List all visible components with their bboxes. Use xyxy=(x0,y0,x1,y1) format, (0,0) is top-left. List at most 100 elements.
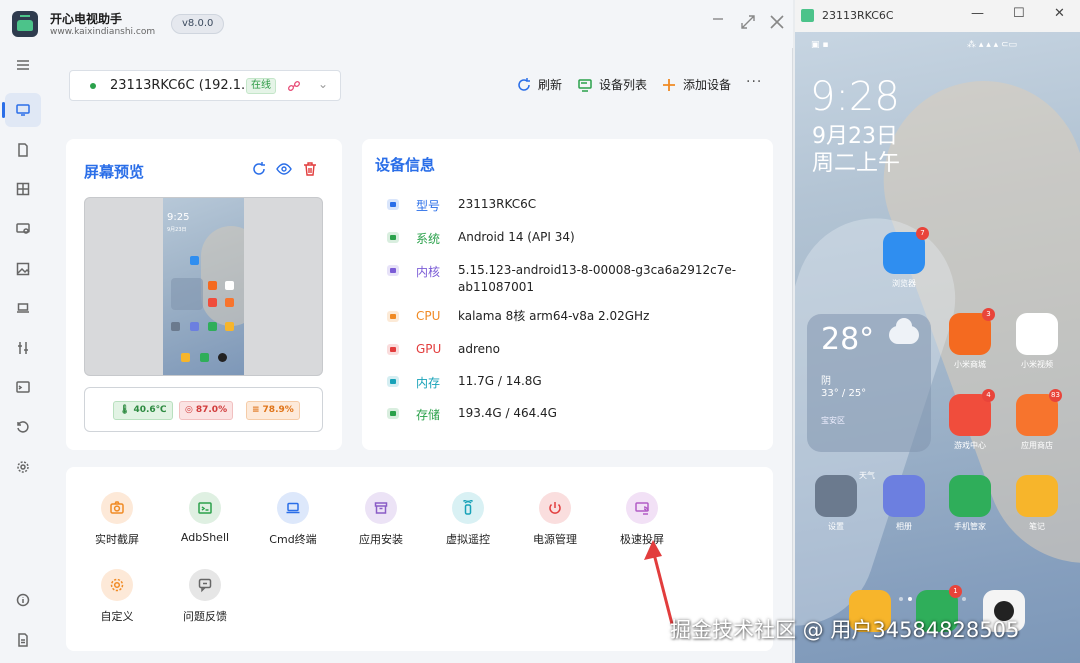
close-icon[interactable]: ✕ xyxy=(1054,6,1065,21)
app-name: 开心电视助手 xyxy=(50,12,123,26)
app-label: 游戏中心 xyxy=(954,441,986,450)
link-icon[interactable] xyxy=(287,79,301,93)
more-icon[interactable]: ··· xyxy=(746,74,762,90)
app-icon: 7 xyxy=(883,227,929,274)
function-laptop-button[interactable]: Cmd终端 xyxy=(248,492,338,547)
function-label: 应用安装 xyxy=(359,533,403,546)
sidebar-item-tools[interactable] xyxy=(5,331,41,365)
info-value: 193.4G / 464.4G xyxy=(458,406,557,420)
maximize-icon[interactable]: ☐ xyxy=(1013,6,1025,21)
sidebar xyxy=(0,48,46,663)
box-icon xyxy=(374,502,388,514)
status-right-icons: ⁂ ▴ ▴ ▴ ⊂▭ xyxy=(967,40,1018,50)
phone-screen[interactable]: ▣ ▪ ⁂ ▴ ▴ ▴ ⊂▭ 9:28 9月23日 周二上午 28° 阴 33°… xyxy=(795,32,1080,663)
mirror-title: 23113RKC6C xyxy=(822,9,894,22)
home-app[interactable]: 相册 xyxy=(883,475,925,532)
function-camera-button[interactable]: 实时截屏 xyxy=(72,492,162,547)
home-app[interactable]: 笔记 xyxy=(1016,475,1058,532)
device-info-card: 设备信息 型号 23113RKC6C 系统 Android 14 (API 34) 内核… xyxy=(362,139,773,450)
home-app[interactable]: 设置 xyxy=(815,475,857,532)
function-label: 实时截屏 xyxy=(95,533,139,546)
info-value: 23113RKC6C xyxy=(458,197,537,211)
home-app[interactable]: 83 应用商店 xyxy=(1016,389,1062,451)
gear-icon xyxy=(110,578,124,592)
app-label: 应用商店 xyxy=(1021,441,1053,450)
version-badge: v8.0.0 xyxy=(171,14,225,34)
info-value: Android 14 (API 34) xyxy=(458,230,575,244)
image-icon xyxy=(16,262,30,276)
function-box-button[interactable]: 应用安装 xyxy=(336,492,426,547)
app-icon: 83 xyxy=(1016,389,1062,436)
app-label: 小米视频 xyxy=(1021,360,1053,369)
sidebar-item-about[interactable] xyxy=(5,583,41,617)
memory-icon: ≡ xyxy=(252,405,260,415)
function-terminal-button[interactable]: AdbShell xyxy=(160,492,250,544)
home-app[interactable]: 4 游戏中心 xyxy=(949,389,995,451)
app-label: 手机管家 xyxy=(954,522,986,531)
close-icon[interactable] xyxy=(767,14,787,34)
cast-icon xyxy=(635,502,649,515)
app-icon: 3 xyxy=(949,308,995,355)
menu-icon[interactable] xyxy=(5,48,41,82)
weather-cond: 阴 xyxy=(821,376,831,387)
sidebar-item-settings[interactable] xyxy=(5,450,41,484)
trash-icon[interactable] xyxy=(302,161,318,177)
add-device-button[interactable]: 添加设备 xyxy=(661,76,731,93)
list-icon xyxy=(578,78,592,92)
home-app[interactable]: 手机管家 xyxy=(949,475,991,532)
sidebar-item-laptop[interactable] xyxy=(5,291,41,325)
refresh-icon xyxy=(518,77,530,91)
sidebar-item-terminal[interactable] xyxy=(5,370,41,404)
refresh-button[interactable]: 刷新 xyxy=(516,76,562,93)
app-label: 相册 xyxy=(896,522,912,531)
plus-icon xyxy=(663,78,675,91)
device-name: 23113RKC6C (192.1... xyxy=(110,78,254,93)
online-badge: 在线 xyxy=(246,78,276,94)
info-value: kalama 8核 arm64-v8a 2.02GHz xyxy=(458,309,650,323)
sidebar-item-history[interactable] xyxy=(5,410,41,444)
sidebar-item-gallery[interactable] xyxy=(5,252,41,286)
chevron-down-icon[interactable]: ⌄ xyxy=(318,77,328,91)
camera-icon xyxy=(110,501,124,514)
screen-preview[interactable]: 9:25 9月23日 xyxy=(84,197,323,376)
preview-card: 屏幕预览 9:25 9月23日 🌡 40.6℃ ◎ 87.0% ≡ 78.9% xyxy=(66,139,342,450)
weather-label: 天气 xyxy=(859,471,875,480)
file-icon xyxy=(18,143,28,157)
device-select[interactable]: 23113RKC6C (192.1... 在线 ⌄ xyxy=(69,70,341,101)
mini-phone-screen: 9:25 9月23日 xyxy=(163,198,244,375)
mem-stat: ≡ 78.9% xyxy=(246,401,300,420)
device-list-button[interactable]: 设备列表 xyxy=(577,76,647,93)
maximize-icon[interactable] xyxy=(738,14,758,34)
sidebar-item-log[interactable] xyxy=(5,623,41,657)
terminal-icon xyxy=(16,381,30,393)
temp-value: 40.6℃ xyxy=(133,405,167,415)
refresh-icon[interactable] xyxy=(251,161,267,177)
info-row-icon xyxy=(387,376,399,387)
home-app[interactable]: 3 小米商城 xyxy=(949,308,995,370)
mirror-window: 23113RKC6C — ☐ ✕ ▣ ▪ ⁂ ▴ ▴ ▴ ⊂▭ 9:28 9月2… xyxy=(795,0,1080,663)
temp-stat: 🌡 40.6℃ xyxy=(113,401,173,420)
info-value: 11.7G / 14.8G xyxy=(458,374,542,388)
function-remote-button[interactable]: 虚拟遥控 xyxy=(423,492,513,547)
sidebar-item-screen[interactable] xyxy=(5,212,41,246)
sidebar-item-files[interactable] xyxy=(5,133,41,167)
sidebar-item-monitor[interactable] xyxy=(2,93,41,127)
app-label: 笔记 xyxy=(1029,522,1045,531)
function-gear-button[interactable]: 自定义 xyxy=(72,569,162,624)
minimize-icon[interactable]: — xyxy=(971,6,984,21)
function-feedback-button[interactable]: 问题反馈 xyxy=(160,569,250,624)
home-app[interactable]: 7 浏览器 xyxy=(883,227,929,289)
sidebar-item-apps[interactable] xyxy=(5,172,41,206)
app-logo xyxy=(12,11,38,37)
history-icon xyxy=(17,421,29,433)
weather-widget[interactable]: 28° 阴 33° / 25° 宝安区 xyxy=(807,314,931,452)
minimize-icon[interactable] xyxy=(708,14,728,34)
info-icon xyxy=(16,593,30,607)
function-power-button[interactable]: 电源管理 xyxy=(510,492,600,547)
main-window: 开心电视助手 www.kaixindianshi.com v8.0.0 2311… xyxy=(0,0,793,663)
eye-icon[interactable] xyxy=(276,161,292,177)
info-value: 5.15.123-android13-8-00008-g3ca6a2912c7e… xyxy=(458,263,737,294)
monitor-icon xyxy=(16,104,30,116)
app-label: 设置 xyxy=(828,522,844,531)
home-app[interactable]: 小米视频 xyxy=(1016,313,1058,370)
